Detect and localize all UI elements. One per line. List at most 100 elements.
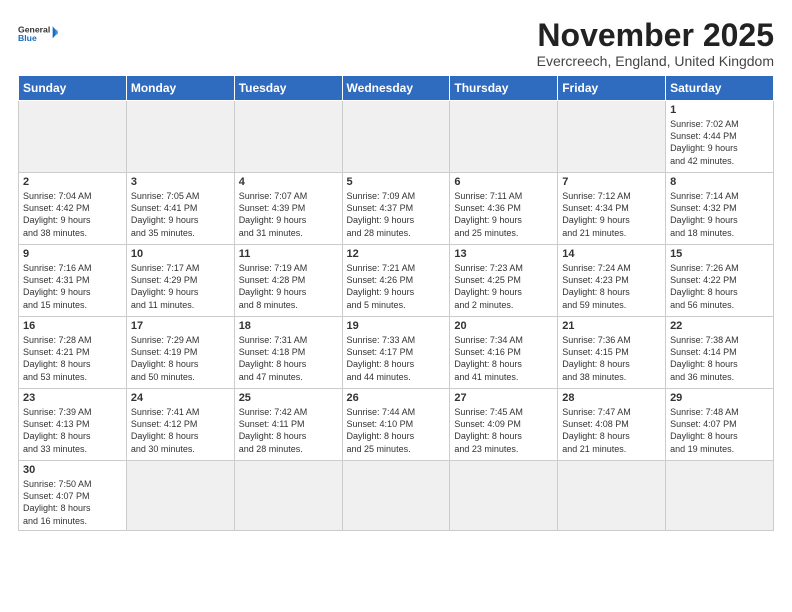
calendar-cell (234, 101, 342, 173)
svg-text:Blue: Blue (18, 33, 37, 43)
weekday-header-tuesday: Tuesday (234, 76, 342, 101)
header: General Blue November 2025 Evercreech, E… (18, 18, 774, 69)
page: General Blue November 2025 Evercreech, E… (0, 0, 792, 541)
day-info: Sunrise: 7:05 AM Sunset: 4:41 PM Dayligh… (131, 190, 230, 239)
day-number: 5 (347, 176, 446, 188)
day-info: Sunrise: 7:12 AM Sunset: 4:34 PM Dayligh… (562, 190, 661, 239)
day-number: 30 (23, 464, 122, 476)
calendar-cell (450, 461, 558, 531)
calendar-cell: 25 Sunrise: 7:42 AM Sunset: 4:11 PM Dayli… (234, 389, 342, 461)
day-info: Sunrise: 7:26 AM Sunset: 4:22 PM Dayligh… (670, 262, 769, 311)
calendar-cell: 12 Sunrise: 7:21 AM Sunset: 4:26 PM Dayli… (342, 245, 450, 317)
day-number: 24 (131, 392, 230, 404)
calendar-cell (342, 101, 450, 173)
calendar-cell (558, 461, 666, 531)
calendar-cell (666, 461, 774, 531)
day-number: 26 (347, 392, 446, 404)
calendar-cell (126, 461, 234, 531)
calendar-cell: 19 Sunrise: 7:33 AM Sunset: 4:17 PM Dayli… (342, 317, 450, 389)
calendar-cell: 10Sunrise: 7:17 AM Sunset: 4:29 PM Dayli… (126, 245, 234, 317)
title-area: November 2025 Evercreech, England, Unite… (537, 18, 774, 69)
calendar-cell: 13 Sunrise: 7:23 AM Sunset: 4:25 PM Dayli… (450, 245, 558, 317)
weekday-header-thursday: Thursday (450, 76, 558, 101)
day-info: Sunrise: 7:34 AM Sunset: 4:16 PM Dayligh… (454, 334, 553, 383)
day-number: 14 (562, 248, 661, 260)
day-info: Sunrise: 7:47 AM Sunset: 4:08 PM Dayligh… (562, 406, 661, 455)
weekday-header-friday: Friday (558, 76, 666, 101)
calendar-cell: 9Sunrise: 7:16 AM Sunset: 4:31 PM Daylig… (19, 245, 127, 317)
day-info: Sunrise: 7:39 AM Sunset: 4:13 PM Dayligh… (23, 406, 122, 455)
day-info: Sunrise: 7:24 AM Sunset: 4:23 PM Dayligh… (562, 262, 661, 311)
calendar-cell: 3 Sunrise: 7:05 AM Sunset: 4:41 PM Daylig… (126, 173, 234, 245)
day-number: 10 (131, 248, 230, 260)
day-info: Sunrise: 7:38 AM Sunset: 4:14 PM Dayligh… (670, 334, 769, 383)
day-number: 20 (454, 320, 553, 332)
day-number: 8 (670, 176, 769, 188)
day-number: 29 (670, 392, 769, 404)
day-number: 12 (347, 248, 446, 260)
day-info: Sunrise: 7:09 AM Sunset: 4:37 PM Dayligh… (347, 190, 446, 239)
day-info: Sunrise: 7:29 AM Sunset: 4:19 PM Dayligh… (131, 334, 230, 383)
day-info: Sunrise: 7:33 AM Sunset: 4:17 PM Dayligh… (347, 334, 446, 383)
calendar-row-6: 30 Sunrise: 7:50 AM Sunset: 4:07 PM Dayli… (19, 461, 774, 531)
day-info: Sunrise: 7:23 AM Sunset: 4:25 PM Dayligh… (454, 262, 553, 311)
calendar-cell: 1Sunrise: 7:02 AM Sunset: 4:44 PM Daylig… (666, 101, 774, 173)
weekday-header-row: SundayMondayTuesdayWednesdayThursdayFrid… (19, 76, 774, 101)
calendar-cell (342, 461, 450, 531)
day-number: 13 (454, 248, 553, 260)
weekday-header-wednesday: Wednesday (342, 76, 450, 101)
month-title: November 2025 (537, 18, 774, 53)
day-info: Sunrise: 7:41 AM Sunset: 4:12 PM Dayligh… (131, 406, 230, 455)
calendar-cell: 23Sunrise: 7:39 AM Sunset: 4:13 PM Dayli… (19, 389, 127, 461)
day-info: Sunrise: 7:50 AM Sunset: 4:07 PM Dayligh… (23, 478, 122, 527)
day-number: 27 (454, 392, 553, 404)
day-info: Sunrise: 7:21 AM Sunset: 4:26 PM Dayligh… (347, 262, 446, 311)
day-info: Sunrise: 7:28 AM Sunset: 4:21 PM Dayligh… (23, 334, 122, 383)
calendar-row-5: 23Sunrise: 7:39 AM Sunset: 4:13 PM Dayli… (19, 389, 774, 461)
calendar-cell: 5 Sunrise: 7:09 AM Sunset: 4:37 PM Daylig… (342, 173, 450, 245)
calendar-cell: 24 Sunrise: 7:41 AM Sunset: 4:12 PM Dayli… (126, 389, 234, 461)
weekday-header-saturday: Saturday (666, 76, 774, 101)
day-number: 15 (670, 248, 769, 260)
day-number: 19 (347, 320, 446, 332)
calendar-row-4: 16 Sunrise: 7:28 AM Sunset: 4:21 PM Dayli… (19, 317, 774, 389)
day-number: 1 (670, 104, 769, 116)
calendar-cell: 8Sunrise: 7:14 AM Sunset: 4:32 PM Daylig… (666, 173, 774, 245)
calendar-row-1: 1Sunrise: 7:02 AM Sunset: 4:44 PM Daylig… (19, 101, 774, 173)
calendar-cell (234, 461, 342, 531)
subtitle: Evercreech, England, United Kingdom (537, 53, 774, 69)
day-number: 4 (239, 176, 338, 188)
day-info: Sunrise: 7:42 AM Sunset: 4:11 PM Dayligh… (239, 406, 338, 455)
day-number: 6 (454, 176, 553, 188)
day-number: 25 (239, 392, 338, 404)
calendar-cell: 29Sunrise: 7:48 AM Sunset: 4:07 PM Dayli… (666, 389, 774, 461)
calendar-row-3: 9Sunrise: 7:16 AM Sunset: 4:31 PM Daylig… (19, 245, 774, 317)
day-number: 18 (239, 320, 338, 332)
day-number: 2 (23, 176, 122, 188)
calendar-cell: 21Sunrise: 7:36 AM Sunset: 4:15 PM Dayli… (558, 317, 666, 389)
calendar-row-2: 2Sunrise: 7:04 AM Sunset: 4:42 PM Daylig… (19, 173, 774, 245)
calendar-cell: 22Sunrise: 7:38 AM Sunset: 4:14 PM Dayli… (666, 317, 774, 389)
calendar-cell: 16 Sunrise: 7:28 AM Sunset: 4:21 PM Dayli… (19, 317, 127, 389)
calendar-cell: 18Sunrise: 7:31 AM Sunset: 4:18 PM Dayli… (234, 317, 342, 389)
calendar-cell: 4 Sunrise: 7:07 AM Sunset: 4:39 PM Daylig… (234, 173, 342, 245)
day-number: 3 (131, 176, 230, 188)
weekday-header-monday: Monday (126, 76, 234, 101)
calendar-cell: 2Sunrise: 7:04 AM Sunset: 4:42 PM Daylig… (19, 173, 127, 245)
calendar-cell: 11Sunrise: 7:19 AM Sunset: 4:28 PM Dayli… (234, 245, 342, 317)
calendar-cell: 15 Sunrise: 7:26 AM Sunset: 4:22 PM Dayli… (666, 245, 774, 317)
calendar-cell: 14 Sunrise: 7:24 AM Sunset: 4:23 PM Dayli… (558, 245, 666, 317)
day-info: Sunrise: 7:45 AM Sunset: 4:09 PM Dayligh… (454, 406, 553, 455)
calendar-cell: 20 Sunrise: 7:34 AM Sunset: 4:16 PM Dayli… (450, 317, 558, 389)
day-number: 16 (23, 320, 122, 332)
calendar-cell (19, 101, 127, 173)
day-number: 17 (131, 320, 230, 332)
calendar-cell: 28Sunrise: 7:47 AM Sunset: 4:08 PM Dayli… (558, 389, 666, 461)
day-info: Sunrise: 7:07 AM Sunset: 4:39 PM Dayligh… (239, 190, 338, 239)
calendar-table: SundayMondayTuesdayWednesdayThursdayFrid… (18, 75, 774, 531)
day-info: Sunrise: 7:11 AM Sunset: 4:36 PM Dayligh… (454, 190, 553, 239)
day-info: Sunrise: 7:44 AM Sunset: 4:10 PM Dayligh… (347, 406, 446, 455)
calendar-cell: 6 Sunrise: 7:11 AM Sunset: 4:36 PM Daylig… (450, 173, 558, 245)
calendar-cell (558, 101, 666, 173)
day-info: Sunrise: 7:16 AM Sunset: 4:31 PM Dayligh… (23, 262, 122, 311)
